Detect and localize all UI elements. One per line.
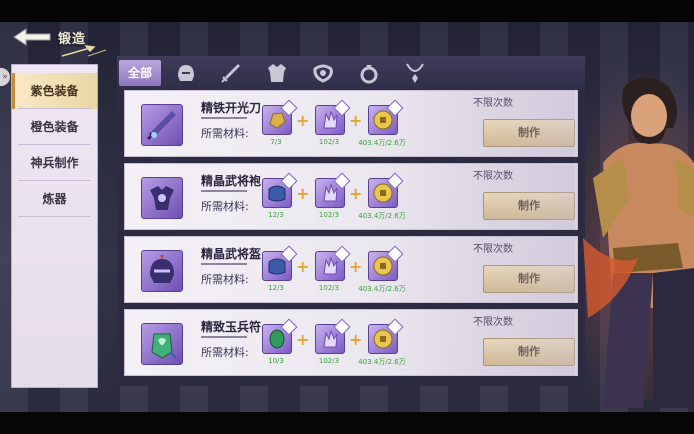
material-count: 12/3 [268,284,284,292]
recipe-name: 精晶武将袍 [201,174,262,188]
belt-icon[interactable] [310,60,336,86]
craft-limit-text: 不限次数 [473,171,513,182]
material-count: 10/3 [268,357,284,365]
robe-item-icon[interactable] [141,177,183,219]
material-count: 102/3 [318,357,340,365]
divider [201,190,247,192]
materials-label: 所需材料: [201,273,249,286]
divider [201,117,247,119]
craft-limit-text: 不限次数 [473,98,513,109]
ring-icon[interactable] [356,60,382,86]
recipe-card: 精晶武将盔 所需材料: 12/3 + 102/3 + 403.4万/2.6万 不… [124,236,578,303]
category-sidebar: 紫色装备 橙色装备 神兵制作 炼器 [11,64,98,388]
plus-icon: + [349,257,363,276]
recipe-name: 精晶武将盔 [201,247,262,261]
jade-token-item-icon[interactable] [141,323,183,365]
material-count: 102/3 [318,211,340,219]
sidebar-item-label: 橙色装备 [30,120,79,134]
arrow-ornament-icon [61,45,107,57]
recipe-list: 精铁开光刀 所需材料: 7/3 + 102/3 + 403.4万/2.6万 不限… [117,90,585,386]
sidebar-item-label: 神兵制作 [30,156,79,170]
craft-limit-text: 不限次数 [473,317,513,328]
materials-label: 所需材料: [201,127,249,140]
bottom-letterbox [0,412,694,434]
craft-button[interactable]: 制作 [483,119,575,147]
forge-screen: 锻造 » 紫色装备 橙色装备 神兵制作 炼器 全部 精铁开光刀 所需材料: 7/… [0,0,694,434]
plus-icon: + [296,257,310,276]
helmet-icon[interactable] [173,60,199,86]
material-count: 403.4万/2.6万 [358,212,406,220]
craft-button[interactable]: 制作 [483,192,575,220]
blue-cloth-icon[interactable] [262,172,298,208]
coin-icon[interactable] [368,172,404,208]
blue-cloth-icon[interactable] [262,245,298,281]
plus-icon: + [296,111,310,130]
tab-all[interactable]: 全部 [119,60,161,86]
purple-crystal-icon[interactable] [315,245,351,281]
divider [201,336,247,338]
sword-icon[interactable] [218,60,244,86]
sidebar-item-orange-equip[interactable]: 橙色装备 [12,109,97,145]
plus-icon: + [349,111,363,130]
divider [18,216,91,217]
coin-icon[interactable] [368,318,404,354]
helmet-item-icon[interactable] [141,250,183,292]
sidebar-item-label: 炼器 [42,192,67,206]
top-letterbox [0,0,694,22]
materials-label: 所需材料: [201,346,249,359]
jade-icon[interactable] [262,318,298,354]
material-count: 403.4万/2.6万 [358,139,406,147]
craft-button[interactable]: 制作 [483,338,575,366]
recipe-name: 精致玉兵符 [201,320,262,334]
materials-label: 所需材料: [201,200,249,213]
material-count: 102/3 [318,284,340,292]
plus-icon: + [296,184,310,203]
material-count: 12/3 [268,211,284,219]
recipe-card: 精铁开光刀 所需材料: 7/3 + 102/3 + 403.4万/2.6万 不限… [124,90,578,157]
necklace-icon[interactable] [402,60,428,86]
plus-icon: + [349,184,363,203]
recipe-card: 精致玉兵符 所需材料: 10/3 + 102/3 + 403.4万/2.6万 不… [124,309,578,376]
craft-button[interactable]: 制作 [483,265,575,293]
recipe-card: 精晶武将袍 所需材料: 12/3 + 102/3 + 403.4万/2.6万 不… [124,163,578,230]
material-count: 7/3 [270,138,282,146]
back-arrow-icon[interactable] [12,27,52,47]
recipe-name: 精铁开光刀 [201,101,262,115]
material-count: 102/3 [318,138,340,146]
gold-ore-icon[interactable] [262,99,298,135]
sidebar-item-refining[interactable]: 炼器 [12,181,97,217]
coin-icon[interactable] [368,245,404,281]
divider [201,263,247,265]
warrior-character-art [583,77,694,408]
material-count: 403.4万/2.6万 [358,285,406,293]
purple-crystal-icon[interactable] [315,99,351,135]
blade-item-icon[interactable] [141,104,183,146]
sidebar-item-purple-equip[interactable]: 紫色装备 [12,73,97,109]
plus-icon: + [296,330,310,349]
sidebar-item-label: 紫色装备 [30,84,79,98]
sidebar-item-divine-weapon[interactable]: 神兵制作 [12,145,97,181]
purple-crystal-icon[interactable] [315,172,351,208]
purple-crystal-icon[interactable] [315,318,351,354]
coin-icon[interactable] [368,99,404,135]
armor-icon[interactable] [264,60,290,86]
craft-limit-text: 不限次数 [473,244,513,255]
material-count: 403.4万/2.6万 [358,358,406,366]
plus-icon: + [349,330,363,349]
